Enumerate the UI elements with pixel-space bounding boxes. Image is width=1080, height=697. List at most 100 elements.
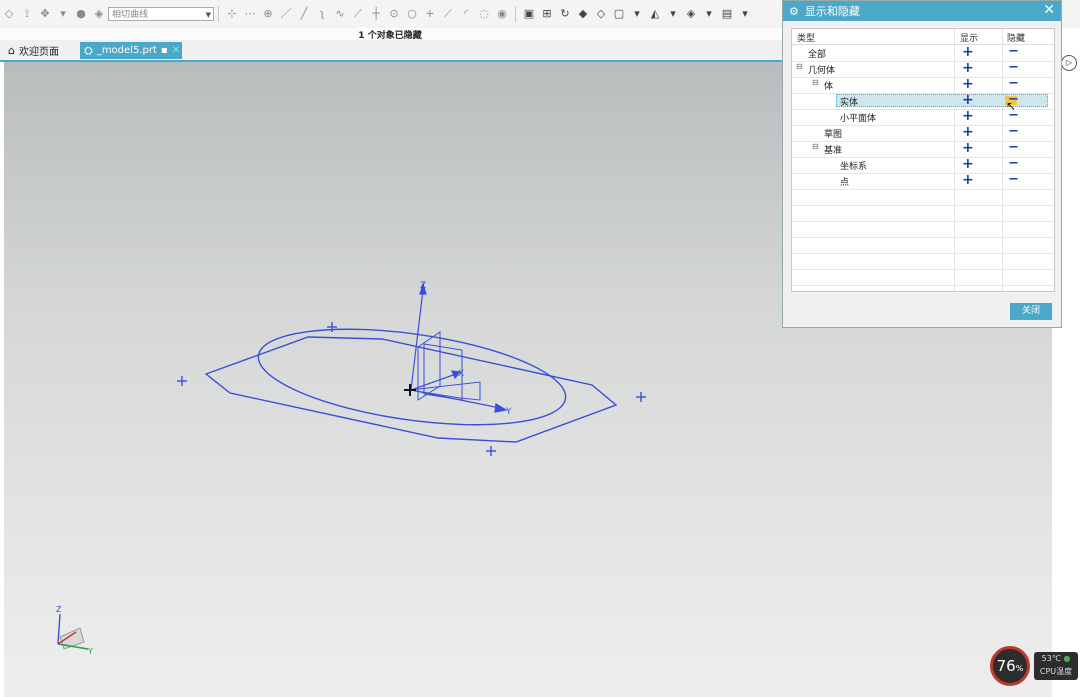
tab-model[interactable]: ⛭ _model5.prt ▪ ✕ (80, 42, 182, 59)
snap-icon[interactable]: ✥ (39, 8, 51, 20)
show-plus-icon[interactable]: + (962, 140, 974, 156)
show-hide-dialog: ⚙ 显示和隐藏 ✕ 类型 显示 隐藏 全部 + − ⊟ 几何体 + − ⊟ 体 … (782, 0, 1062, 328)
wireframe-icon[interactable]: ◇ (595, 8, 607, 20)
select-icon[interactable]: ◇ (3, 8, 15, 20)
hide-icon[interactable]: ◉ (496, 8, 508, 20)
empty-row (792, 237, 1054, 254)
view-triad: Z Y (56, 605, 93, 656)
arc-point-icon[interactable]: ◌ (478, 8, 490, 20)
collapse-icon[interactable]: ⊟ (812, 142, 819, 151)
column-header-show: 显示 (960, 34, 979, 44)
tab-label: 欢迎页面 (18, 47, 59, 58)
close-button[interactable]: 关闭 (1010, 303, 1052, 320)
dropdown-icon[interactable]: ▾ (703, 8, 715, 20)
layer-icon[interactable]: ▤ (721, 8, 733, 20)
datum-plane-xz (417, 331, 441, 401)
dropdown-icon[interactable]: ▾ (57, 8, 69, 20)
row-label: 体 (824, 82, 834, 92)
zoom-icon[interactable]: ⊞ (541, 8, 553, 20)
perpendicular-icon[interactable]: ┼ (370, 8, 382, 20)
y-axis-label: Y (505, 407, 512, 417)
hide-minus-icon[interactable]: − (1008, 44, 1019, 59)
hide-minus-icon[interactable]: − (1008, 172, 1019, 187)
tangent-icon[interactable]: ⟋ (352, 8, 364, 20)
hide-minus-icon[interactable]: − (1008, 124, 1019, 139)
circle-icon[interactable]: ○ (406, 8, 418, 20)
cpu-usage-value: 76 (996, 657, 1016, 675)
row-label: 点 (840, 178, 850, 188)
row-label: 小平面体 (840, 114, 877, 124)
cpu-monitor-widget[interactable]: 76% 53℃ ● CPU温度 (990, 646, 1078, 688)
show-plus-icon[interactable]: + (962, 76, 974, 92)
polyline-icon[interactable]: ∿ (334, 8, 346, 20)
part-icon: ⛭ (84, 43, 93, 57)
row-label: 草图 (824, 130, 843, 140)
dialog-title: 显示和隐藏 (804, 5, 860, 18)
curve-rule-value: 相切曲线 (112, 10, 149, 20)
curve-icon[interactable]: ʅ (316, 8, 328, 20)
render-style-icon[interactable]: ◭ (649, 8, 661, 20)
cpu-usage-gauge: 76% (990, 646, 1030, 686)
cpu-usage-unit: % (1015, 664, 1024, 673)
gear-icon: ⚙ (789, 4, 799, 18)
hide-minus-icon[interactable]: − (1008, 76, 1019, 91)
line-icon[interactable]: ╱ (298, 8, 310, 20)
show-plus-icon[interactable]: + (962, 156, 974, 172)
toolbar-separator (218, 6, 219, 22)
collapse-icon[interactable]: ⊟ (796, 62, 803, 71)
tab-label: _model5.prt (96, 45, 157, 56)
view-fit-icon[interactable]: ▣ (523, 8, 535, 20)
show-plus-icon[interactable]: + (962, 92, 974, 108)
show-plus-icon[interactable]: + (962, 172, 974, 188)
close-icon[interactable]: ✕ (172, 45, 180, 56)
pin-icon[interactable]: ▪ (161, 45, 168, 56)
sphere-icon[interactable]: ● (75, 8, 87, 20)
empty-row (792, 221, 1054, 238)
table-header: 类型 显示 隐藏 (792, 29, 1054, 45)
hide-minus-icon[interactable]: − (1008, 108, 1019, 123)
table-row[interactable]: 点 + − (792, 172, 1054, 190)
resource-bar-toggle-icon[interactable]: ▷ (1061, 55, 1077, 71)
y-axis (410, 389, 501, 409)
dots-icon[interactable]: ⋯ (244, 8, 256, 20)
snap-point-icon[interactable]: ⊹ (226, 8, 238, 20)
z-axis (410, 289, 424, 391)
dropdown-icon[interactable]: ▾ (631, 8, 643, 20)
line-icon[interactable]: ／ (280, 8, 292, 20)
hide-minus-icon[interactable]: − (1008, 60, 1019, 75)
home-icon: ⌂ (8, 44, 15, 57)
triad-z-label: Z (56, 605, 62, 614)
close-icon[interactable]: ✕ (1043, 2, 1055, 18)
frame-icon[interactable]: ▢ (613, 8, 625, 20)
column-header-hide: 隐藏 (1007, 34, 1026, 44)
shaded-icon[interactable]: ◆ (577, 8, 589, 20)
view-cube-icon[interactable]: ◈ (685, 8, 697, 20)
empty-row (792, 269, 1054, 286)
empty-row (792, 189, 1054, 206)
dialog-title-bar[interactable]: ⚙ 显示和隐藏 ✕ (783, 1, 1061, 21)
tab-welcome[interactable]: ⌂ 欢迎页面 (4, 42, 74, 59)
rotate-icon[interactable]: ↻ (559, 8, 571, 20)
collapse-icon[interactable]: ⊟ (812, 78, 819, 87)
slash-icon[interactable]: ⟋ (442, 8, 454, 20)
arc-icon[interactable]: ◜ (460, 8, 472, 20)
curve-rule-select[interactable]: 相切曲线 ▼ (108, 7, 214, 21)
crosshair-icon[interactable]: ⊕ (262, 8, 274, 20)
hide-minus-icon[interactable]: − (1008, 156, 1019, 171)
toolbar-separator (515, 6, 516, 22)
leaf-icon: ● (1063, 654, 1071, 663)
hide-minus-icon[interactable]: − (1008, 140, 1019, 155)
circle-center-icon[interactable]: ⊙ (388, 8, 400, 20)
dropdown-icon[interactable]: ▾ (739, 8, 751, 20)
cube-icon[interactable]: ◈ (93, 8, 105, 20)
visibility-table: 类型 显示 隐藏 全部 + − ⊟ 几何体 + − ⊟ 体 + − 实体 + −… (791, 28, 1055, 292)
plus-icon[interactable]: + (424, 8, 436, 20)
chevron-down-icon: ▼ (205, 11, 211, 19)
row-label: 基准 (824, 146, 843, 156)
show-plus-icon[interactable]: + (962, 60, 974, 76)
show-plus-icon[interactable]: + (962, 44, 974, 60)
dropdown-icon[interactable]: ▾ (667, 8, 679, 20)
show-plus-icon[interactable]: + (962, 108, 974, 124)
show-plus-icon[interactable]: + (962, 124, 974, 140)
filter-icon[interactable]: ⟟ (21, 8, 33, 20)
